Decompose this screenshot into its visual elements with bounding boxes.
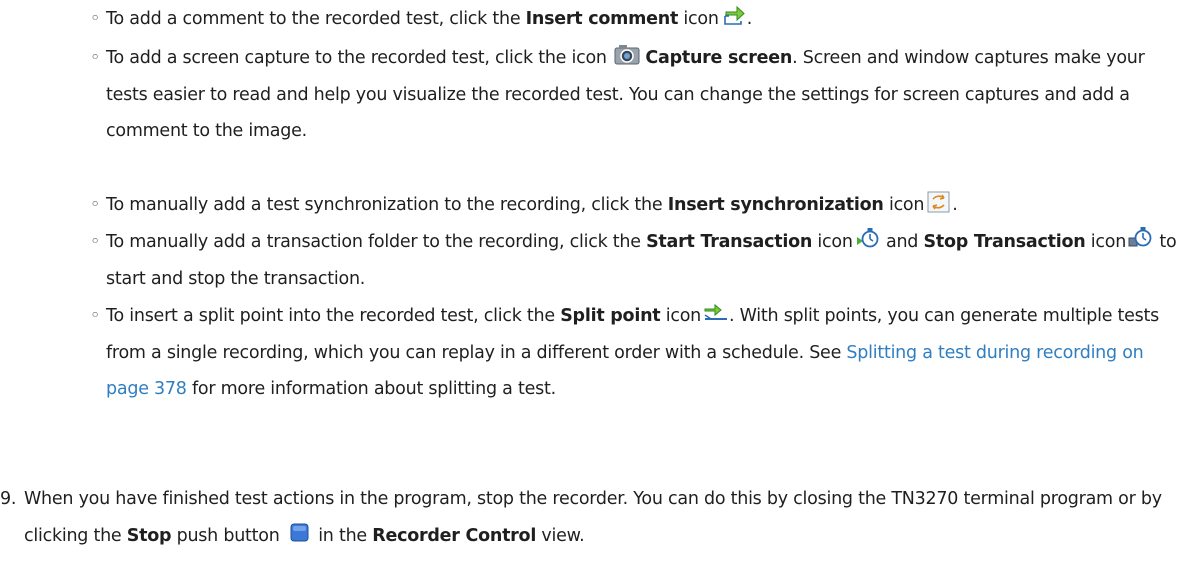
text: and — [880, 232, 924, 252]
bullet-marker: ◦ — [90, 306, 101, 326]
ui-term: Recorder Control — [372, 525, 537, 546]
numbered-step: 9. When you have finished test actions i… — [0, 481, 1190, 554]
bullet-marker: ◦ — [90, 232, 101, 252]
text: icon — [1085, 232, 1127, 252]
text: push button — [171, 525, 285, 546]
text: icon — [812, 232, 853, 252]
list-item: ◦ To manually add a test synchronization… — [90, 187, 1180, 224]
step-text: When you have finished test actions in t… — [24, 481, 1190, 554]
text: in the — [312, 525, 373, 546]
list-item-text: To manually add a transaction folder to … — [106, 224, 1180, 297]
text: icon — [660, 306, 702, 326]
text: To manually add a transaction folder to … — [106, 232, 647, 252]
bullet-marker: ◦ — [90, 48, 101, 68]
text: . — [746, 9, 753, 29]
stop-square-icon — [287, 521, 313, 545]
ui-term: Insert synchronization — [667, 195, 884, 215]
ui-term: Stop — [126, 525, 172, 546]
insert-comment-icon — [721, 4, 747, 28]
ui-term: Split point — [560, 306, 661, 326]
text: To add a comment to the recorded test, c… — [106, 9, 526, 29]
camera-icon — [614, 43, 640, 67]
list-item-text: To add a comment to the recorded test, c… — [106, 1, 1180, 38]
synchronization-icon — [926, 190, 952, 214]
bullet-marker: ◦ — [90, 9, 101, 29]
start-transaction-icon — [855, 227, 881, 251]
document-page: ◦ To add a comment to the recorded test,… — [0, 0, 1196, 561]
text: . — [952, 195, 958, 215]
ui-term: Stop Transaction — [923, 232, 1086, 252]
list-item: ◦ To insert a split point into the recor… — [90, 298, 1180, 408]
list-item-text: To insert a split point into the recorde… — [106, 298, 1180, 408]
list-item: ◦ To add a comment to the recorded test,… — [90, 1, 1180, 38]
list-item: ◦ To manually add a transaction folder t… — [90, 224, 1180, 297]
ui-term: Capture screen — [645, 48, 793, 68]
step-number: 9. — [0, 489, 17, 509]
ui-term: Start Transaction — [646, 232, 813, 252]
split-point-icon — [703, 301, 729, 325]
stop-transaction-icon — [1128, 227, 1154, 251]
ui-term: Insert comment — [525, 9, 679, 29]
text: To add a screen capture to the recorded … — [106, 48, 613, 68]
text: icon — [678, 9, 719, 29]
text: icon — [883, 195, 925, 215]
list-item: ◦ To add a screen capture to the recorde… — [90, 40, 1180, 150]
bullet-marker: ◦ — [90, 195, 101, 215]
list-item-text: To manually add a test synchronization t… — [106, 187, 1180, 224]
text: for more information about splitting a t… — [186, 379, 556, 399]
text: To insert a split point into the recorde… — [106, 306, 561, 326]
list-item-text: To add a screen capture to the recorded … — [106, 40, 1180, 150]
text: view. — [536, 525, 585, 546]
text: To manually add a test synchronization t… — [106, 195, 668, 215]
